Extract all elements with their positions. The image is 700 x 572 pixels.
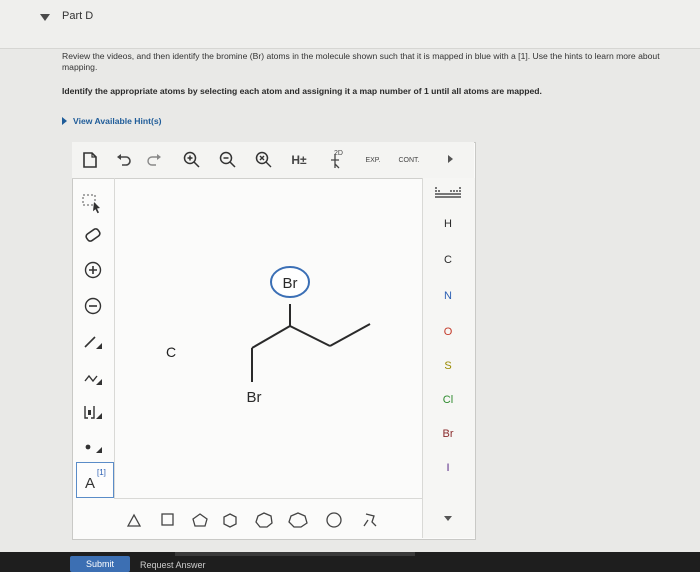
element-h-button[interactable]: H: [432, 218, 464, 230]
octagon-ring-icon[interactable]: [288, 512, 308, 528]
cyclohexane-chair-icon[interactable]: [326, 512, 342, 528]
redo-icon[interactable]: [142, 148, 166, 172]
element-s-button[interactable]: S: [432, 360, 464, 372]
submit-button[interactable]: Submit: [70, 556, 130, 572]
contract-label: CONT.: [398, 156, 420, 164]
element-i-button[interactable]: I: [432, 462, 464, 474]
triangle-ring-icon[interactable]: [126, 513, 142, 527]
clean-2d-label: 2D: [334, 150, 343, 157]
request-answer-link[interactable]: Request Answer: [140, 560, 206, 570]
expand-button[interactable]: EXP.: [358, 148, 388, 172]
new-document-icon[interactable]: [78, 148, 102, 172]
ring-template-tool-icon[interactable]: [78, 398, 108, 426]
atom-map-number: [1]: [97, 468, 106, 477]
element-panel-scroll-down-icon[interactable]: [444, 516, 452, 521]
zoom-in-icon[interactable]: [180, 148, 204, 172]
atom-map-letter: A: [85, 475, 96, 492]
heptagon-ring-icon[interactable]: [255, 512, 273, 528]
hexagon-ring-icon[interactable]: [223, 513, 237, 528]
atom-br-bottom[interactable]: Br: [247, 389, 262, 406]
toolbar-more-arrow-icon[interactable]: [448, 155, 453, 163]
bond-c2-c1: [251, 325, 291, 349]
ring-shapes-bar: [126, 512, 377, 528]
element-o-button[interactable]: O: [432, 326, 464, 338]
hint-link-label: View Available Hint(s): [73, 116, 162, 126]
part-header[interactable]: [0, 0, 700, 49]
element-panel: [422, 178, 475, 538]
progress-strip: [175, 552, 415, 556]
part-title: Part D: [62, 10, 94, 22]
eraser-tool-icon[interactable]: [78, 222, 108, 250]
element-n-button[interactable]: N: [432, 290, 464, 302]
molecule-canvas[interactable]: Br Br: [114, 178, 422, 498]
negative-charge-icon[interactable]: [78, 292, 108, 320]
single-bond-tool-icon[interactable]: [78, 328, 108, 356]
question-text: Review the videos, and then identify the…: [62, 51, 660, 72]
hydrogen-toggle-button[interactable]: H±: [284, 148, 314, 172]
undo-icon[interactable]: [112, 148, 136, 172]
contract-button[interactable]: CONT.: [392, 148, 426, 172]
view-hints-link[interactable]: View Available Hint(s): [62, 116, 162, 126]
element-c-button[interactable]: C: [432, 254, 464, 266]
hint-expand-icon: [62, 117, 67, 125]
zoom-out-icon[interactable]: [216, 148, 240, 172]
element-cl-button[interactable]: Cl: [432, 394, 464, 406]
expand-label: EXP.: [365, 156, 381, 164]
custom-template-icon[interactable]: [363, 513, 377, 527]
radical-tool-icon[interactable]: [78, 432, 108, 460]
bond-c3-c4: [329, 323, 371, 347]
atom-br-top[interactable]: Br: [283, 275, 298, 292]
chain-tool-icon[interactable]: [78, 364, 108, 392]
positive-charge-icon[interactable]: [78, 256, 108, 284]
zoom-reset-icon[interactable]: [252, 148, 276, 172]
editor-top-toolbar: H± 2D EXP. CONT.: [72, 142, 474, 179]
clean-2d-button[interactable]: 2D: [322, 147, 352, 173]
selection-tool-icon[interactable]: [78, 190, 108, 218]
element-br-button[interactable]: Br: [432, 428, 464, 440]
pentagon-ring-icon[interactable]: [192, 513, 208, 527]
collapse-caret-icon[interactable]: [40, 14, 50, 21]
atom-map-tool-button[interactable]: A [1]: [76, 462, 114, 498]
square-ring-icon[interactable]: [161, 513, 174, 526]
periodic-table-icon[interactable]: [434, 186, 462, 204]
instruction-text: Identify the appropriate atoms by select…: [62, 86, 542, 96]
bond-c2-c3: [289, 325, 331, 347]
bond-lines: [251, 304, 371, 382]
